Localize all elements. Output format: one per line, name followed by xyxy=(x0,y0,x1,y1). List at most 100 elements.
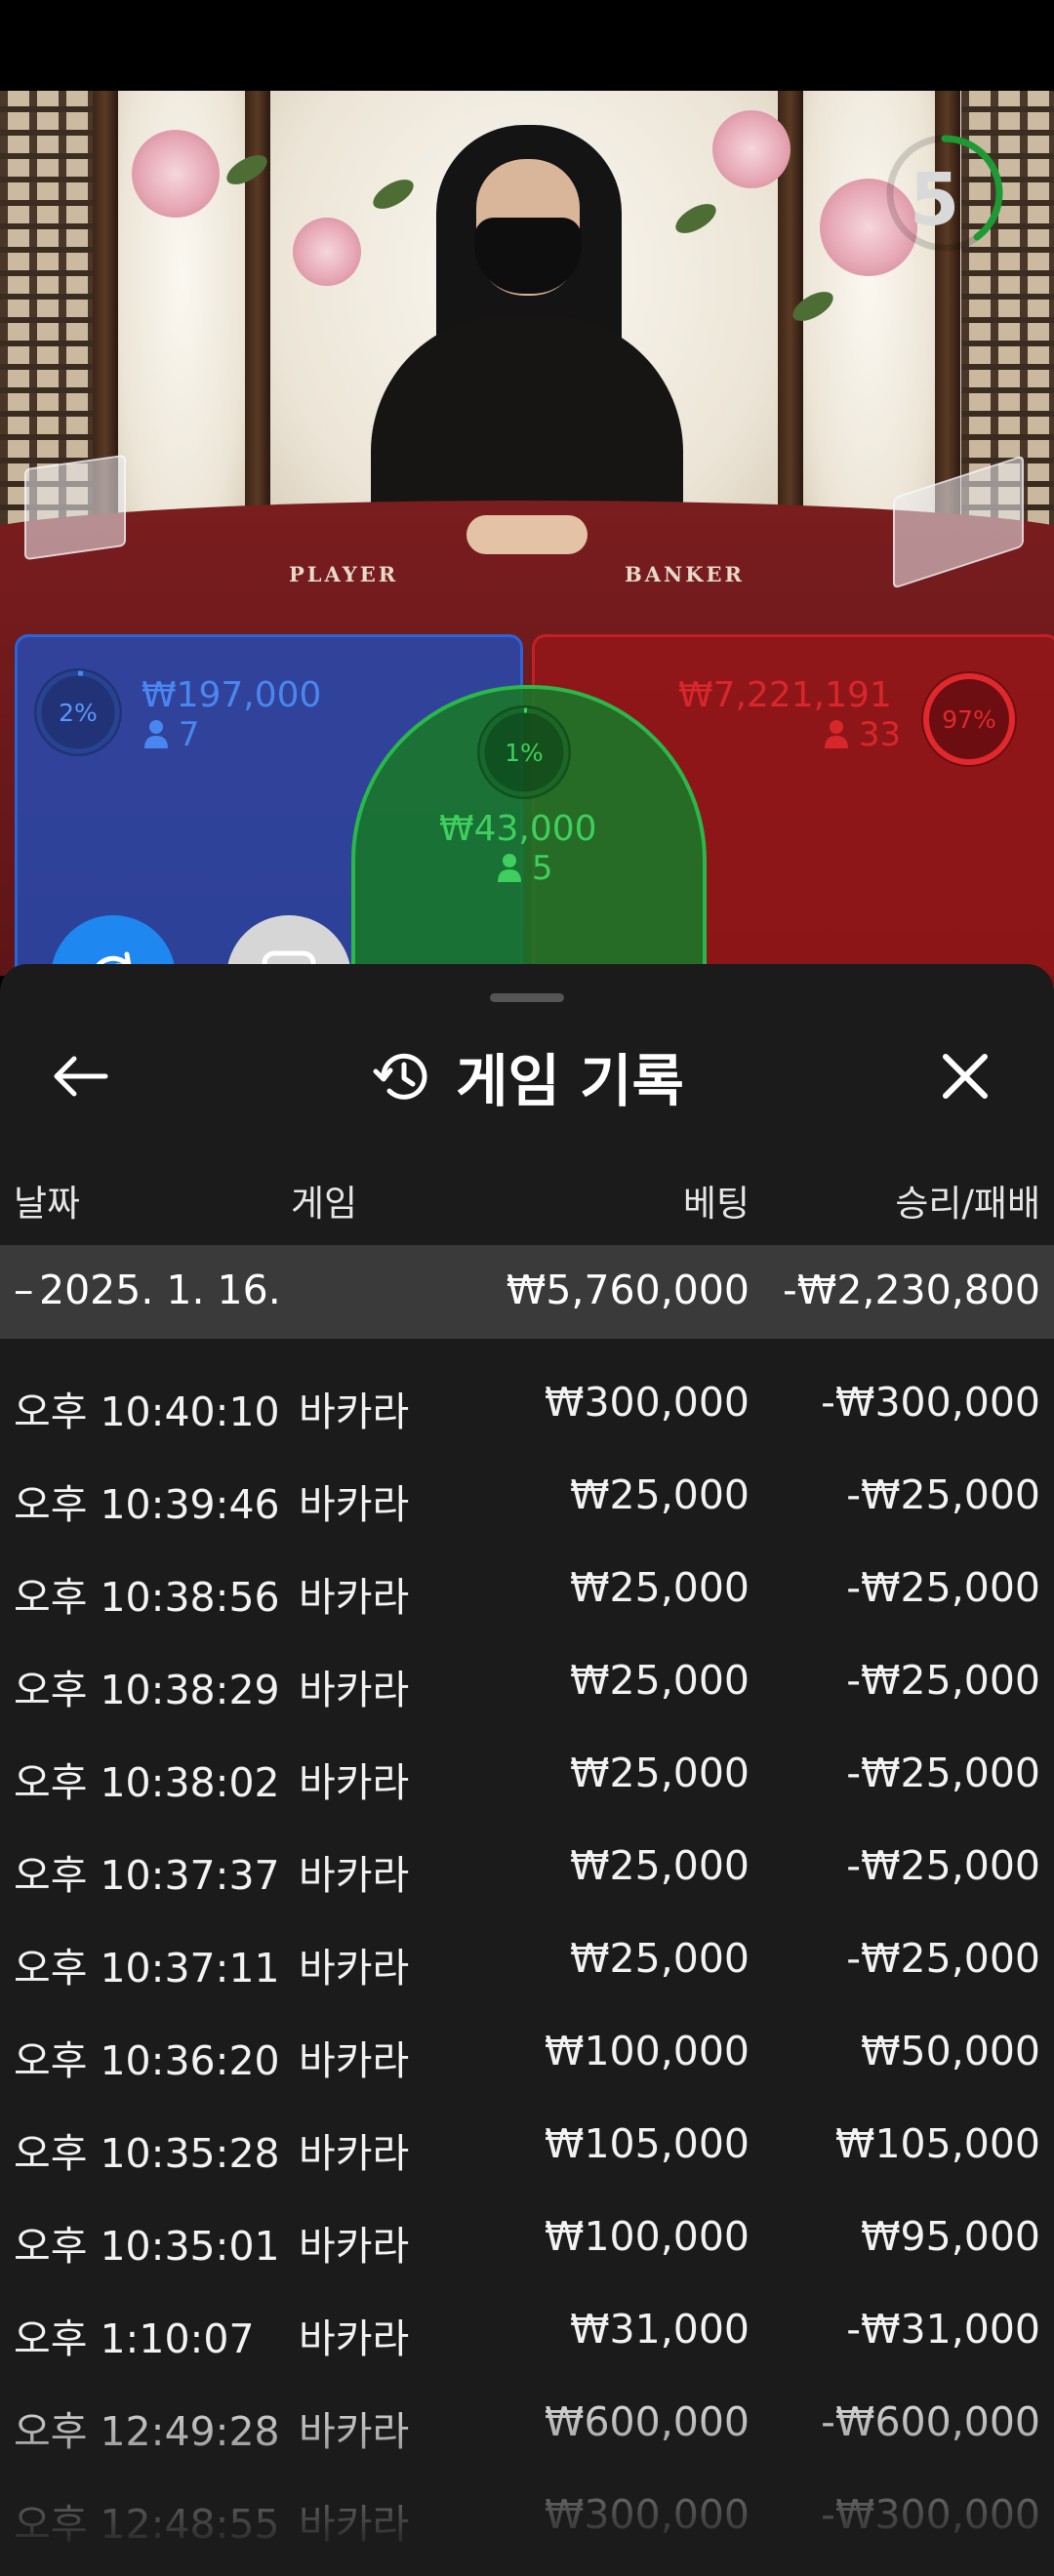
player-percent-arc xyxy=(36,670,120,754)
row-game: 바카라 xyxy=(299,2501,410,2548)
tie-total-bet: ₩43,000 xyxy=(439,809,597,849)
row-time: 오후 1:10:07 xyxy=(14,2315,255,2362)
summary-bet: ₩5,760,000 xyxy=(506,1267,750,1313)
history-rows: 오후 10:40:10 바카라 ₩300,000 -₩300,000 오후 10:39:… xyxy=(0,1359,1054,2564)
tie-percent-arc xyxy=(479,707,569,797)
close-icon xyxy=(943,1054,988,1099)
player-count-value: 7 xyxy=(178,715,200,754)
row-game: 바카라 xyxy=(299,1667,410,1713)
flower-painting xyxy=(712,110,790,188)
row-time: 오후 12:49:28 xyxy=(14,2408,280,2455)
row-bet: ₩25,000 xyxy=(570,1935,750,1982)
table-row[interactable]: 오후 10:36:20 바카라 ₩100,000 ₩50,000 xyxy=(0,2008,1054,2101)
player-total-bet: ₩197,000 xyxy=(142,675,322,715)
table-row[interactable]: 오후 1:10:07 바카라 ₩31,000 -₩31,000 xyxy=(0,2286,1054,2379)
row-game: 바카라 xyxy=(299,2223,410,2270)
table-row[interactable]: 오후 10:37:11 바카라 ₩25,000 -₩25,000 xyxy=(0,1915,1054,2008)
row-time: 오후 10:37:11 xyxy=(14,1945,280,1992)
row-game: 바카라 xyxy=(299,2408,410,2455)
column-header-result: 승리/패배 xyxy=(895,1183,1040,1225)
table-row[interactable]: 오후 10:37:37 바카라 ₩25,000 -₩25,000 xyxy=(0,1823,1054,1915)
table-row[interactable]: 오후 10:39:46 바카라 ₩25,000 -₩25,000 xyxy=(0,1452,1054,1545)
row-result: -₩25,000 xyxy=(846,1842,1040,1889)
row-bet: ₩600,000 xyxy=(544,2398,750,2445)
table-row[interactable]: 오후 10:40:10 바카라 ₩300,000 -₩300,000 xyxy=(0,1359,1054,1452)
person-icon xyxy=(498,852,521,882)
table-row[interactable]: 오후 10:38:02 바카라 ₩25,000 -₩25,000 xyxy=(0,1730,1054,1823)
column-header-bet: 베팅 xyxy=(682,1183,750,1225)
sheet-title-wrap: 게임 기록 xyxy=(0,1023,1054,1130)
status-bar xyxy=(0,0,1054,91)
summary-date: 2025. 1. 16. xyxy=(39,1267,281,1313)
row-result: ₩95,000 xyxy=(861,2213,1040,2260)
row-game: 바카라 xyxy=(299,1574,410,1621)
close-button[interactable] xyxy=(931,1047,999,1106)
row-bet: ₩100,000 xyxy=(544,2028,750,2074)
row-game: 바카라 xyxy=(299,1852,410,1899)
column-header-game: 게임 xyxy=(291,1183,358,1225)
row-bet: ₩31,000 xyxy=(570,2306,750,2353)
row-result: ₩105,000 xyxy=(834,2120,1040,2167)
row-bet: ₩25,000 xyxy=(570,1471,750,1518)
table-row[interactable]: 오후 10:35:28 바카라 ₩105,000 ₩105,000 xyxy=(0,2101,1054,2194)
history-clock-icon xyxy=(373,1053,427,1100)
table-label-banker: BANKER xyxy=(625,562,745,586)
row-bet: ₩25,000 xyxy=(570,1750,750,1796)
row-game: 바카라 xyxy=(299,1481,410,1528)
row-bet: ₩25,000 xyxy=(570,1842,750,1889)
row-bet: ₩25,000 xyxy=(570,1564,750,1611)
sheet-header: 게임 기록 xyxy=(0,1023,1054,1130)
date-group-summary[interactable]: – 2025. 1. 16. ₩5,760,000 -₩2,230,800 xyxy=(0,1245,1054,1339)
row-result: ₩50,000 xyxy=(861,2028,1040,2074)
drag-handle[interactable] xyxy=(490,993,564,1002)
row-result: -₩300,000 xyxy=(821,1379,1040,1426)
collapse-toggle[interactable]: – xyxy=(14,1267,34,1313)
sheet-title: 게임 기록 xyxy=(456,1048,684,1114)
player-percent-ring: 2% xyxy=(34,668,122,756)
row-time: 오후 10:38:29 xyxy=(14,1667,280,1713)
table-row[interactable]: 오후 10:35:01 바카라 ₩100,000 ₩95,000 xyxy=(0,2194,1054,2286)
table-label-player: PLAYER xyxy=(289,562,399,586)
table-header: 날짜 게임 베팅 승리/패배 xyxy=(0,1174,1054,1232)
row-game: 바카라 xyxy=(299,2130,410,2177)
person-icon xyxy=(825,718,848,748)
row-time: 오후 10:35:28 xyxy=(14,2130,280,2177)
row-result: -₩25,000 xyxy=(846,1935,1040,1982)
player-bettor-count: 7 xyxy=(144,715,199,754)
row-time: 오후 10:35:01 xyxy=(14,2223,280,2270)
row-game: 바카라 xyxy=(299,1759,410,1806)
row-time: 오후 12:48:55 xyxy=(14,2501,280,2548)
row-time: 오후 10:40:10 xyxy=(14,1389,280,1435)
tie-count-value: 5 xyxy=(531,849,553,888)
tie-bettor-count: 5 xyxy=(498,849,552,888)
summary-result: -₩2,230,800 xyxy=(783,1267,1040,1313)
row-result: -₩25,000 xyxy=(846,1471,1040,1518)
flower-painting xyxy=(132,130,220,218)
row-bet: ₩300,000 xyxy=(544,2491,750,2538)
table-row[interactable]: 오후 10:38:29 바카라 ₩25,000 -₩25,000 xyxy=(0,1637,1054,1730)
row-result: -₩25,000 xyxy=(846,1657,1040,1704)
dealer-hands xyxy=(466,515,588,554)
banker-total-bet: ₩7,221,191 xyxy=(678,675,892,715)
row-time: 오후 10:38:56 xyxy=(14,1574,280,1621)
row-time: 오후 10:39:46 xyxy=(14,1481,280,1528)
row-result: -₩31,000 xyxy=(846,2306,1040,2353)
tie-percent-ring: 1% xyxy=(477,705,571,799)
person-icon xyxy=(144,718,168,748)
row-result: -₩600,000 xyxy=(821,2398,1040,2445)
row-game: 바카라 xyxy=(299,1945,410,1992)
table-row[interactable]: 오후 12:49:28 바카라 ₩600,000 -₩600,000 xyxy=(0,2379,1054,2472)
game-history-sheet: 게임 기록 날짜 게임 베팅 승리/패배 – 2025. 1. 16. ₩5,7… xyxy=(0,964,1054,2576)
row-result: -₩300,000 xyxy=(821,2491,1040,2538)
row-game: 바카라 xyxy=(299,2315,410,2362)
card-discard-tray xyxy=(24,454,126,561)
row-game: 바카라 xyxy=(299,1389,410,1435)
banker-percent-arc xyxy=(923,673,1015,765)
row-result: -₩25,000 xyxy=(846,1564,1040,1611)
row-bet: ₩100,000 xyxy=(544,2213,750,2260)
column-header-date: 날짜 xyxy=(14,1183,81,1225)
row-time: 오후 10:36:20 xyxy=(14,2037,280,2084)
table-row[interactable]: 오후 12:48:55 바카라 ₩300,000 -₩300,000 xyxy=(0,2472,1054,2564)
row-time: 오후 10:37:37 xyxy=(14,1852,280,1899)
table-row[interactable]: 오후 10:38:56 바카라 ₩25,000 -₩25,000 xyxy=(0,1545,1054,1637)
